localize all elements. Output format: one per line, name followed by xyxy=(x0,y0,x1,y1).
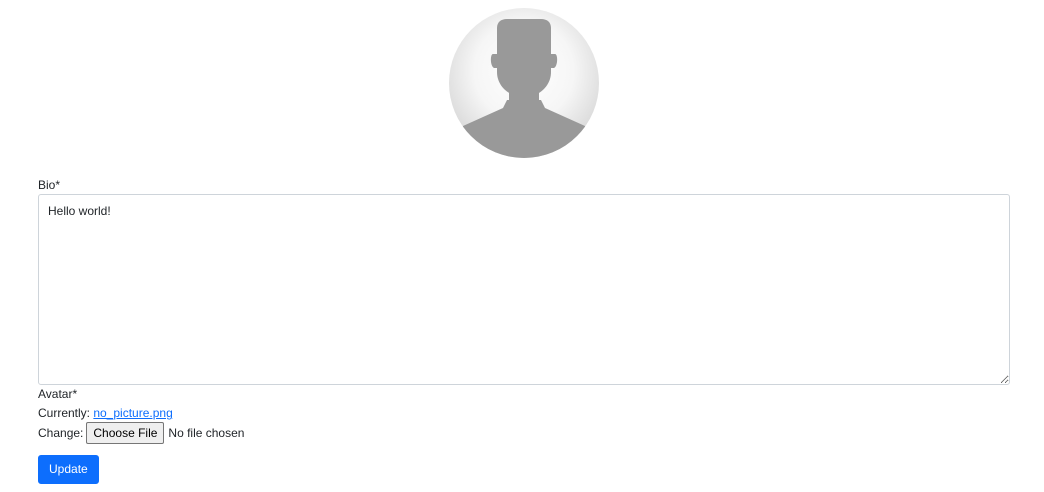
update-button[interactable]: Update xyxy=(38,455,99,484)
change-avatar-row: Change: Choose File No file chosen xyxy=(38,422,1010,444)
bio-label: Bio* xyxy=(38,178,61,192)
avatar-label: Avatar* xyxy=(38,387,78,401)
current-avatar-link[interactable]: no_picture.png xyxy=(93,406,172,420)
change-label: Change: xyxy=(38,426,84,440)
choose-file-button[interactable]: Choose File xyxy=(86,422,165,444)
profile-edit-page: Bio* Hello world! Avatar* Currently: no_… xyxy=(0,0,1044,492)
no-file-status: No file chosen xyxy=(168,426,245,440)
default-user-silhouette-icon xyxy=(449,8,599,158)
current-avatar-row: Currently: no_picture.png xyxy=(38,406,1010,420)
profile-form: Bio* Hello world! Avatar* Currently: no_… xyxy=(38,178,1010,484)
currently-label: Currently: xyxy=(38,406,91,420)
bio-textarea[interactable]: Hello world! xyxy=(38,194,1010,385)
avatar xyxy=(449,8,599,158)
